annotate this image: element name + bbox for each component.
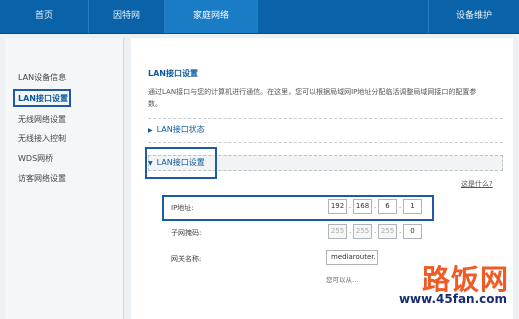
ip-octet-1[interactable]: 192 [328, 199, 347, 214]
sidebar-item-lan-device-info[interactable]: LAN设备信息 [18, 72, 66, 83]
help-link[interactable]: 这是什么? [461, 179, 493, 189]
tab-device-maintenance[interactable]: 设备维护 [429, 0, 519, 33]
page-description: 通过LAN接口与您的计算机进行通信。在这里，您可以根据局域网IP地址分配临活调整… [148, 88, 477, 108]
tab-internet[interactable]: 因特网 [89, 0, 165, 33]
section-lan-settings[interactable]: ▼ LAN接口设置 [148, 155, 503, 170]
sidebar: LAN设备信息 LAN接口设置 无线网络设置 无线接入控制 WDS网桥 访客网络… [5, 38, 124, 319]
divider [148, 142, 503, 143]
ip-octet-2[interactable]: 168 [353, 199, 372, 214]
dot-separator: . [399, 202, 402, 210]
mask-octet-2: 255 [353, 224, 372, 239]
mask-octet-1: 255 [328, 224, 347, 239]
tab-blank [258, 0, 429, 33]
page-title: LAN接口设置 [148, 69, 198, 78]
watermark-url: www.45fan.com [398, 292, 507, 306]
dot-separator: . [374, 227, 377, 235]
sidebar-item-wds-bridge[interactable]: WDS网桥 [18, 153, 53, 164]
dot-separator: . [374, 202, 377, 210]
ip-octet-3[interactable]: 6 [378, 199, 397, 214]
sidebar-item-lan-interface[interactable]: LAN接口设置 [18, 93, 68, 104]
tab-home[interactable]: 首页 [0, 0, 89, 33]
dot-separator: . [349, 202, 352, 210]
section-lan-settings-label: LAN接口设置 [156, 158, 205, 167]
mask-octet-3: 255 [378, 224, 397, 239]
divider [148, 118, 503, 119]
mask-octet-4[interactable]: 0 [403, 224, 422, 239]
gateway-name-input[interactable]: mediarouter. [326, 250, 378, 265]
tab-home-network[interactable]: 家庭网络 [165, 0, 258, 33]
ip-octet-4[interactable]: 1 [403, 199, 422, 214]
chevron-down-icon: ▼ [148, 160, 153, 167]
section-lan-status[interactable]: ▶ LAN接口状态 [148, 122, 503, 137]
dot-separator: . [399, 227, 402, 235]
top-nav: 首页 因特网 家庭网络 设备维护 [0, 0, 519, 34]
helper-note: 您可以从… [326, 276, 359, 284]
chevron-right-icon: ▶ [148, 127, 153, 134]
gateway-name-label: 网关名称: [171, 255, 202, 263]
sidebar-item-guest-network[interactable]: 访客网络设置 [18, 173, 66, 184]
section-lan-status-label: LAN接口状态 [156, 125, 205, 134]
sidebar-item-wireless-settings[interactable]: 无线网络设置 [18, 114, 66, 125]
sidebar-item-wireless-access-control[interactable]: 无线接入控制 [18, 133, 66, 144]
ip-address-label: IP地址: [171, 204, 194, 212]
dot-separator: . [349, 227, 352, 235]
subnet-mask-label: 子网掩码: [171, 229, 202, 237]
